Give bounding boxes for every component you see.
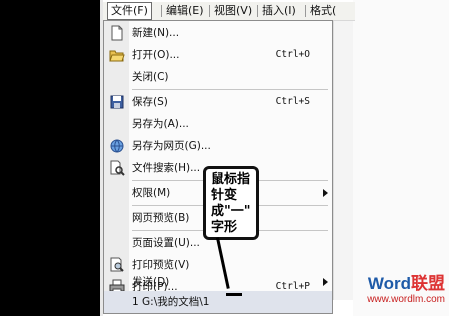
menu-item-close[interactable]: 关闭(C) bbox=[104, 66, 332, 88]
menu-item-label: 发送(D) bbox=[132, 276, 170, 288]
search-file-icon bbox=[109, 160, 125, 176]
menubar-separator bbox=[209, 5, 210, 17]
menu-item-save-as-web[interactable]: 另存为网页(G)... bbox=[104, 135, 332, 157]
left-black-frame bbox=[0, 0, 100, 316]
watermark-url: www.wordlm.com bbox=[367, 294, 445, 305]
callout-line: 针变 bbox=[211, 188, 238, 203]
menu-insert[interactable]: 插入(I) bbox=[262, 2, 296, 20]
watermark-word: Word bbox=[367, 274, 411, 293]
menu-item-label: 新建(N)... bbox=[132, 27, 180, 39]
watermark-cn: 联盟 bbox=[411, 274, 445, 293]
menu-item-save[interactable]: 保存(S) Ctrl+S bbox=[104, 91, 332, 113]
menu-item-save-as[interactable]: 另存为(A)... bbox=[104, 113, 332, 135]
menu-item-label: 关闭(C) bbox=[132, 71, 169, 83]
menubar-separator bbox=[257, 5, 258, 17]
open-folder-icon bbox=[109, 47, 125, 63]
new-doc-icon bbox=[109, 25, 125, 41]
menu-item-label: 打开(O)... bbox=[132, 49, 180, 61]
menu-item-send[interactable]: 发送(D) bbox=[104, 271, 332, 293]
menu-item-label: 权限(M) bbox=[132, 187, 171, 199]
horizontal-cursor-icon bbox=[226, 293, 242, 296]
submenu-arrow-icon bbox=[323, 189, 328, 197]
watermark: Word联盟 www.wordlm.com bbox=[327, 274, 445, 306]
menu-view[interactable]: 视图(V) bbox=[214, 2, 252, 20]
menu-separator bbox=[132, 89, 328, 90]
right-frame bbox=[353, 0, 449, 316]
menubar-separator bbox=[161, 5, 162, 17]
menu-item-label: 保存(S) bbox=[132, 96, 168, 108]
callout-line: 鼠标指 bbox=[211, 172, 251, 187]
menu-format[interactable]: 格式( bbox=[310, 2, 336, 20]
menu-item-label: 另存为网页(G)... bbox=[132, 140, 211, 152]
save-disk-icon bbox=[109, 94, 125, 110]
menu-item-label: 1 G:\我的文档\1 bbox=[132, 296, 210, 308]
menu-item-new[interactable]: 新建(N)... bbox=[104, 22, 332, 44]
annotation-callout: 鼠标指 针变 成"一" 字形 bbox=[203, 166, 259, 240]
menu-file[interactable]: 文件(F) bbox=[107, 2, 152, 20]
menu-item-shortcut: Ctrl+S bbox=[275, 96, 310, 107]
callout-line: 字形 bbox=[211, 220, 238, 235]
menu-bar: 文件(F) 编辑(E) 视图(V) 插入(I) 格式( bbox=[103, 2, 355, 21]
watermark-title: Word联盟 bbox=[327, 274, 445, 294]
menu-item-label: 网页预览(B) bbox=[132, 212, 190, 224]
menu-item-label: 文件搜索(H)... bbox=[132, 162, 201, 174]
menu-item-label: 页面设置(U)... bbox=[132, 237, 200, 249]
menu-item-recent-file[interactable]: 1 G:\我的文档\1 bbox=[104, 291, 332, 313]
menu-item-shortcut: Ctrl+O bbox=[275, 49, 310, 60]
menu-item-label: 另存为(A)... bbox=[132, 118, 189, 130]
menubar-separator bbox=[305, 5, 306, 17]
menu-edit[interactable]: 编辑(E) bbox=[166, 2, 204, 20]
save-web-icon bbox=[109, 138, 125, 154]
menu-item-open[interactable]: 打开(O)... Ctrl+O bbox=[104, 44, 332, 66]
callout-line: 成"一" bbox=[211, 204, 251, 219]
